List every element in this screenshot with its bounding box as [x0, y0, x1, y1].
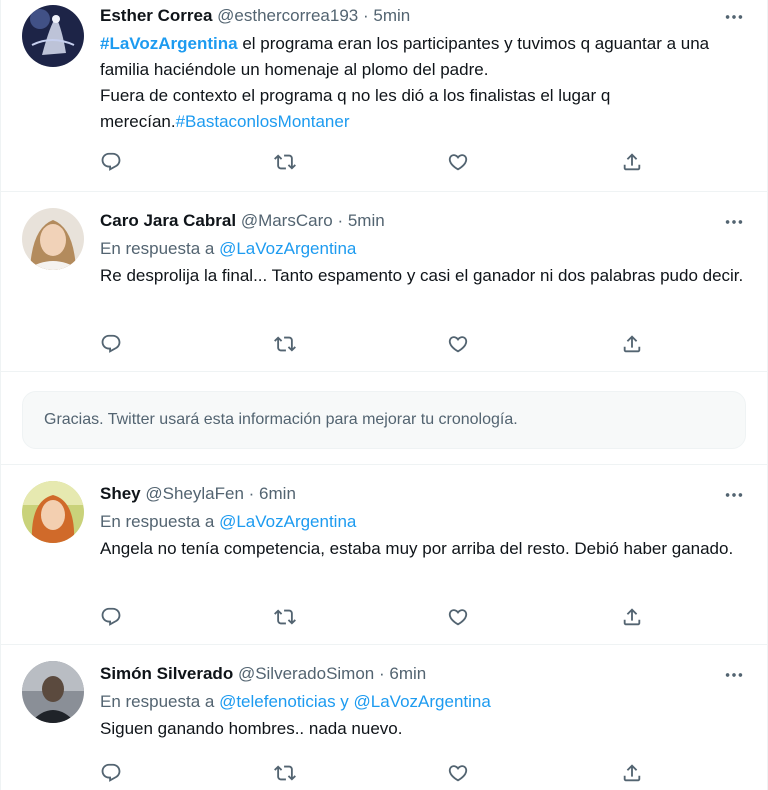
avatar[interactable] — [22, 5, 84, 67]
tweet-header: Shey @SheylaFen · 6min — [100, 482, 749, 506]
hashtag-link[interactable]: #LaVozArgentina — [100, 34, 238, 53]
retweet-icon[interactable] — [274, 606, 298, 630]
tweet-header: Esther Correa @esthercorrea193 · 5min — [100, 4, 749, 28]
retweet-icon[interactable] — [274, 151, 298, 175]
timeline: Esther Correa @esthercorrea193 · 5min #L… — [0, 0, 768, 790]
like-icon[interactable] — [447, 762, 471, 786]
timestamp[interactable]: 6min — [259, 484, 296, 503]
tweet[interactable]: Shey @SheylaFen · 6min En respuesta a @L… — [1, 465, 768, 645]
reply-icon[interactable] — [100, 333, 124, 357]
author-handle[interactable]: @SilveradoSimon — [238, 664, 374, 683]
feedback-notice: Gracias. Twitter usará esta información … — [22, 391, 746, 449]
tweet-text: Angela no tenía competencia, estaba muy … — [100, 539, 734, 558]
avatar[interactable] — [22, 481, 84, 543]
more-icon[interactable] — [723, 211, 745, 233]
author-name[interactable]: Simón Silverado — [100, 664, 233, 683]
tweet-text: #LaVozArgentina el programa eran los par… — [100, 31, 749, 135]
feedback-section: Gracias. Twitter usará esta información … — [1, 372, 768, 465]
tweet[interactable]: Simón Silverado @SilveradoSimon · 6min E… — [1, 645, 768, 790]
separator-dot: · — [379, 664, 385, 683]
mention-link[interactable]: @LaVozArgentina — [219, 512, 356, 531]
author-handle[interactable]: @SheylaFen — [145, 484, 244, 503]
tweet-actions — [100, 762, 660, 786]
reply-icon[interactable] — [100, 762, 124, 786]
tweet-text: Re desprolija la final... Tanto espament… — [100, 266, 744, 285]
timestamp[interactable]: 6min — [389, 664, 426, 683]
retweet-icon[interactable] — [274, 762, 298, 786]
tweet-actions — [100, 333, 660, 357]
share-icon[interactable] — [621, 762, 645, 786]
feedback-notice-text: Gracias. Twitter usará esta información … — [44, 411, 518, 428]
share-icon[interactable] — [621, 333, 645, 357]
tweet-actions — [100, 606, 660, 630]
reply-icon[interactable] — [100, 606, 124, 630]
share-icon[interactable] — [621, 606, 645, 630]
tweet-text: Siguen ganando hombres.. nada nuevo. — [100, 719, 403, 738]
more-icon[interactable] — [723, 6, 745, 28]
like-icon[interactable] — [447, 151, 471, 175]
separator-dot: · — [337, 211, 344, 230]
tweet[interactable]: Esther Correa @esthercorrea193 · 5min #L… — [1, 0, 768, 192]
author-name[interactable]: Caro Jara Cabral — [100, 211, 236, 230]
author-name[interactable]: Shey — [100, 484, 141, 503]
timestamp[interactable]: 5min — [348, 211, 385, 230]
avatar[interactable] — [22, 661, 84, 723]
separator-dot: · — [362, 6, 369, 25]
reply-icon[interactable] — [100, 151, 124, 175]
avatar[interactable] — [22, 208, 84, 270]
more-icon[interactable] — [723, 664, 745, 686]
tweet[interactable]: Caro Jara Cabral @MarsCaro · 5min En res… — [1, 192, 768, 372]
timestamp[interactable]: 5min — [373, 6, 410, 25]
tweet-actions — [100, 151, 660, 175]
tweet-header: Caro Jara Cabral @MarsCaro · 5min — [100, 209, 749, 233]
more-icon[interactable] — [723, 484, 745, 506]
mention-link[interactable]: @telefenoticias y @LaVozArgentina — [219, 692, 491, 711]
reply-prefix: En respuesta a — [100, 239, 220, 258]
share-icon[interactable] — [621, 151, 645, 175]
reply-prefix: En respuesta a — [100, 692, 220, 711]
reply-context: En respuesta a @telefenoticias y @LaVozA… — [100, 690, 749, 714]
author-handle[interactable]: @MarsCaro — [241, 211, 333, 230]
author-handle[interactable]: @esthercorrea193 — [217, 6, 358, 25]
separator-dot: · — [248, 484, 255, 503]
author-name[interactable]: Esther Correa — [100, 6, 212, 25]
like-icon[interactable] — [447, 333, 471, 357]
retweet-icon[interactable] — [274, 333, 298, 357]
like-icon[interactable] — [447, 606, 471, 630]
reply-prefix: En respuesta a — [100, 512, 220, 531]
hashtag-link[interactable]: #BastaconlosMontaner — [176, 112, 350, 131]
mention-link[interactable]: @LaVozArgentina — [219, 239, 356, 258]
tweet-header: Simón Silverado @SilveradoSimon · 6min — [100, 662, 749, 686]
reply-context: En respuesta a @LaVozArgentina — [100, 237, 749, 261]
reply-context: En respuesta a @LaVozArgentina — [100, 510, 749, 534]
